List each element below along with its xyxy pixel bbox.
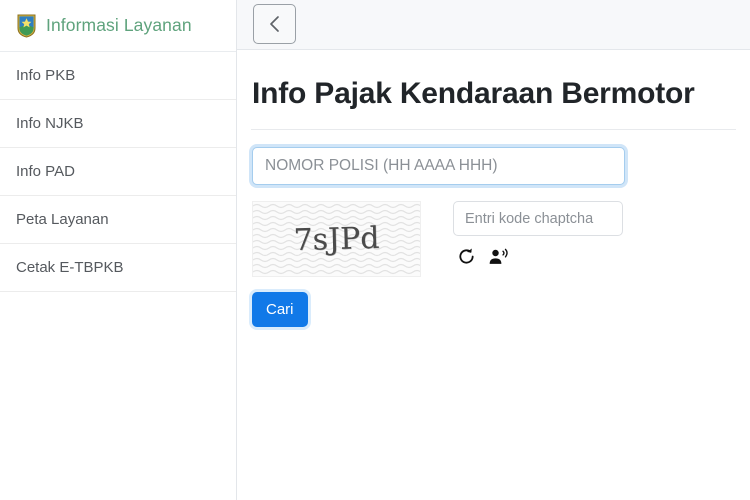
back-button[interactable] — [253, 4, 296, 44]
provincial-crest-icon — [16, 13, 37, 38]
audio-speaker-person-icon[interactable] — [488, 247, 510, 266]
sidebar-brand-title: Informasi Layanan — [46, 15, 192, 35]
sidebar-item-label: Info NJKB — [16, 115, 84, 132]
content-area: Info Pajak Kendaraan Bermotor NOMOR POLI… — [237, 50, 750, 327]
sidebar-item-label: Cetak E-TBPKB — [16, 259, 124, 276]
top-bar — [237, 0, 750, 50]
search-button[interactable]: Cari — [252, 292, 308, 327]
sidebar: Informasi Layanan Info PKB Info NJKB Inf… — [0, 0, 237, 500]
captcha-controls — [453, 201, 623, 266]
sidebar-item-info-njkb[interactable]: Info NJKB — [0, 100, 236, 148]
sidebar-item-info-pkb[interactable]: Info PKB — [0, 52, 236, 100]
main-content: Info Pajak Kendaraan Bermotor NOMOR POLI… — [237, 0, 750, 500]
captcha-image: 7sJPd — [252, 201, 421, 277]
sidebar-item-label: Peta Layanan — [16, 211, 109, 228]
sidebar-nav: Info PKB Info NJKB Info PAD Peta Layanan… — [0, 52, 236, 292]
captcha-row: 7sJPd — [251, 201, 736, 277]
sidebar-item-label: Info PAD — [16, 163, 75, 180]
chevron-left-icon — [267, 14, 282, 34]
captcha-icon-row — [457, 247, 623, 266]
app-window: Informasi Layanan Info PKB Info NJKB Inf… — [0, 0, 750, 500]
sidebar-item-info-pad[interactable]: Info PAD — [0, 148, 236, 196]
sidebar-brand[interactable]: Informasi Layanan — [0, 0, 236, 52]
tax-lookup-form: 7sJPd — [251, 130, 736, 327]
plate-number-input[interactable] — [252, 147, 625, 185]
sidebar-item-label: Info PKB — [16, 67, 76, 84]
page-title: Info Pajak Kendaraan Bermotor — [252, 77, 695, 110]
refresh-icon[interactable] — [457, 247, 476, 266]
captcha-input[interactable] — [453, 201, 623, 236]
sidebar-item-cetak-etbpkb[interactable]: Cetak E-TBPKB — [0, 244, 236, 292]
captcha-code-text: 7sJPd — [293, 220, 380, 258]
sidebar-item-peta-layanan[interactable]: Peta Layanan — [0, 196, 236, 244]
